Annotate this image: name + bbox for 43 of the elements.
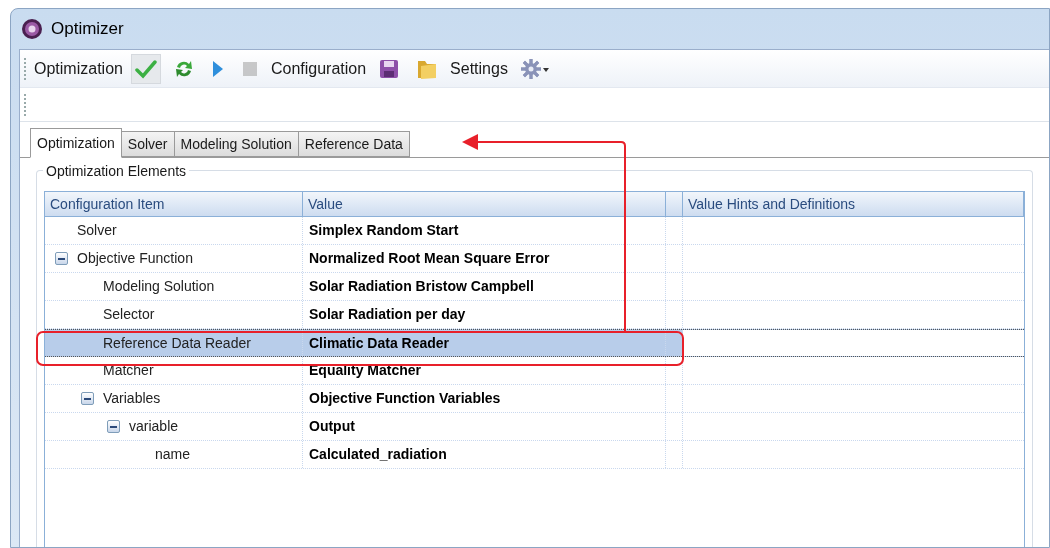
grid-row[interactable]: Solver Simplex Random Start: [45, 217, 1024, 245]
collapse-toggle[interactable]: [55, 252, 68, 265]
tab[interactable]: Solver: [120, 131, 175, 157]
item-value: Solar Radiation Bristow Campbell: [309, 277, 534, 296]
window-title: Optimizer: [51, 18, 124, 41]
item-label: Reference Data Reader: [103, 333, 251, 353]
item-value: Normalized Root Mean Square Error: [309, 249, 550, 268]
item-value: Simplex Random Start: [309, 221, 459, 240]
item-label: Matcher: [103, 361, 154, 380]
grid-row[interactable]: Reference Data Reader Climatic Data Reader: [45, 329, 1024, 357]
collapse-toggle[interactable]: [81, 392, 94, 405]
grid-row[interactable]: name Calculated_radiation: [45, 441, 1024, 469]
item-label: Objective Function: [77, 249, 193, 268]
item-value: Calculated_radiation: [309, 445, 447, 464]
item-label: variable: [129, 417, 179, 436]
item-value: Climatic Data Reader: [309, 333, 450, 353]
app-icon: [21, 18, 43, 40]
grid-row[interactable]: Variables Objective Function Variables: [45, 385, 1024, 413]
column-header[interactable]: Value: [303, 192, 666, 216]
toolbar-label: Settings: [450, 58, 508, 79]
item-label: Solver: [77, 221, 117, 240]
stop-icon: [240, 59, 259, 78]
item-value: Output: [309, 417, 355, 436]
collapse-toggle[interactable]: [107, 420, 120, 433]
item-label: Modeling Solution: [103, 277, 215, 296]
tab[interactable]: Reference Data: [297, 131, 410, 157]
column-header[interactable]: Value Hints and Definitions: [683, 192, 1024, 216]
play-icon: [210, 58, 225, 79]
grid-row[interactable]: Modeling Solution Solar Radiation Bristow Campbell: [45, 273, 1024, 301]
item-value: Objective Function Variables: [309, 389, 501, 408]
grid-row[interactable]: variable Output: [45, 413, 1024, 441]
item-value: Solar Radiation per day: [309, 305, 466, 324]
item-label: Variables: [103, 389, 161, 408]
grid-row[interactable]: Objective Function Normalized Root Mean Square Error: [45, 245, 1024, 273]
item-label: name: [155, 445, 191, 464]
column-header[interactable]: Configuration Item: [45, 192, 303, 216]
checkmark-icon: [134, 58, 157, 79]
item-label: Selector: [103, 305, 155, 324]
gear-icon: [519, 57, 550, 80]
toolbar-label: Configuration: [270, 58, 367, 79]
toolbar-label: Optimization: [34, 58, 123, 79]
tab[interactable]: Modeling Solution: [173, 131, 299, 157]
tab[interactable]: Optimization: [30, 128, 122, 158]
